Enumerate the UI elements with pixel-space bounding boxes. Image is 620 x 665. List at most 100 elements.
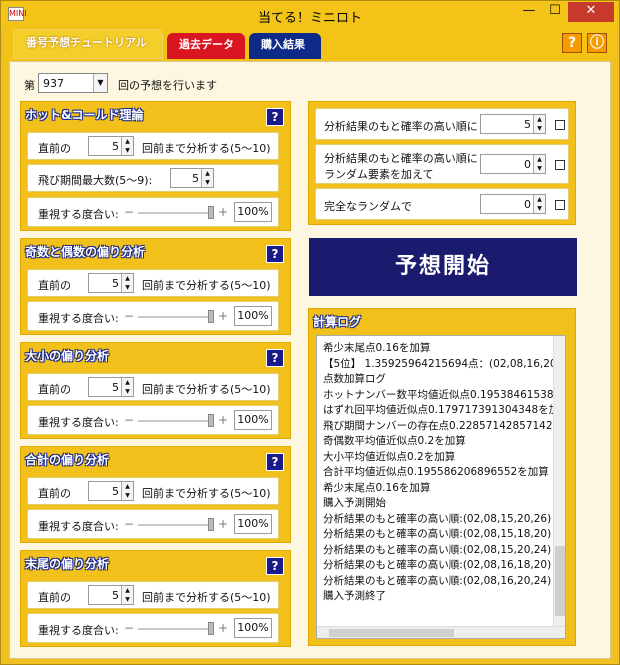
panel-title: 大小の偏り分析 [25, 349, 110, 363]
log-line: 分析結果のもと確率の高い順:(02,08,15,20,26) [323, 512, 552, 525]
scroll-thumb[interactable] [555, 546, 565, 616]
app-window: MINI 当てる！ミニロト — ☐ ✕ 番号予想チュートリアル 過去データ 購入… [0, 0, 620, 665]
panel-title: 計算ログ [313, 315, 362, 329]
prob-random-value: 0 [524, 158, 531, 171]
horizontal-scrollbar[interactable] [317, 626, 565, 638]
log-textarea[interactable]: 希少末尾点0.16を加算【5位】 1.35925964215694点：(02,0… [316, 335, 566, 639]
prob-random-stepper[interactable]: 0 ▲ ▼ [480, 154, 546, 174]
recent-count-stepper[interactable]: 5 ▲ ▼ [88, 481, 134, 501]
scroll-thumb[interactable] [329, 629, 454, 637]
tab-past-data[interactable]: 過去データ [167, 33, 245, 59]
slider-thumb[interactable] [208, 310, 214, 323]
stepper-arrows-icon[interactable]: ▲ ▼ [201, 169, 213, 187]
slider-thumb[interactable] [208, 414, 214, 427]
recent-suffix: 回前まで分析する(5〜10) [142, 591, 271, 604]
tab-tutorial[interactable]: 番号予想チュートリアル [13, 29, 163, 59]
vertical-scrollbar[interactable] [553, 336, 565, 626]
prob-order-stepper[interactable]: 5 ▲ ▼ [480, 114, 546, 134]
recent-count-value: 5 [112, 277, 119, 290]
log-line: 奇偶数平均値近似点0.2を加算 [323, 435, 466, 447]
close-icon[interactable]: ✕ [568, 2, 614, 22]
tab-purchase-results[interactable]: 購入結果 [249, 33, 321, 59]
log-line: 点数加算ログ [323, 373, 386, 385]
stepper-arrows-icon[interactable]: ▲ ▼ [533, 115, 545, 133]
log-line: 分析結果のもと確率の高い順:(02,08,16,20,24) [323, 574, 552, 587]
maximize-icon[interactable]: ☐ [542, 2, 568, 22]
stepper-arrows-icon[interactable]: ▲ ▼ [121, 378, 133, 396]
draw-prefix: 第 [24, 79, 35, 92]
title-bar: MINI 当てる！ミニロト — ☐ ✕ [1, 1, 619, 29]
log-line: 希少末尾点0.16を加算 [323, 481, 431, 494]
full-random-checkbox[interactable] [555, 200, 565, 210]
minimize-icon[interactable]: — [516, 2, 542, 22]
stepper-arrows-icon[interactable]: ▲ ▼ [121, 274, 133, 292]
stepper-arrows-icon[interactable]: ▲ ▼ [533, 195, 545, 213]
prob-order-checkbox[interactable] [555, 120, 565, 130]
slider-thumb[interactable] [208, 622, 214, 635]
panel-calc-log: 計算ログ 希少末尾点0.16を加算【5位】 1.35925964215694点：… [308, 308, 576, 646]
stepper-arrows-icon[interactable]: ▲ ▼ [121, 137, 133, 155]
weight-slider[interactable]: − + [124, 413, 228, 429]
prob-random-label-1: 分析結果のもと確率の高い順に [324, 152, 478, 165]
recent-row: 直前の 5 ▲ ▼ 回前まで分析する(5〜10) [27, 581, 279, 609]
prob-random-checkbox[interactable] [555, 160, 565, 170]
log-line: 【5位】 1.35925964215694点：(02,08,16,20, [323, 357, 560, 370]
tutorial-page: 第 937 ▼ 回の予想を行います ホット&コールド理論 ? 直前の 5 ▲ ▼ … [9, 61, 611, 659]
recent-count-stepper[interactable]: 5 ▲ ▼ [88, 136, 134, 156]
weight-label: 重視する度合い: [38, 520, 119, 533]
stepper-arrows-icon[interactable]: ▲ ▼ [121, 586, 133, 604]
recent-count-value: 5 [112, 140, 119, 153]
weight-value: 100% [234, 514, 272, 534]
help-icon[interactable]: ? [266, 349, 284, 367]
weight-slider[interactable]: − + [124, 205, 228, 221]
panel-title: ホット&コールド理論 [25, 108, 144, 122]
panel-title: 奇数と偶数の偏り分析 [25, 245, 146, 259]
panel-size: 大小の偏り分析 ? 直前の 5 ▲ ▼ 回前まで分析する(5〜10) 重視する度合… [20, 342, 291, 439]
recent-suffix: 回前まで分析する(5〜10) [142, 383, 271, 396]
recent-count-stepper[interactable]: 5 ▲ ▼ [88, 585, 134, 605]
panel-hot-cold: ホット&コールド理論 ? 直前の 5 ▲ ▼ 回前まで分析する(5〜10) 飛び期… [20, 101, 291, 231]
help-icon[interactable]: ? [266, 557, 284, 575]
full-random-stepper[interactable]: 0 ▲ ▼ [480, 194, 546, 214]
weight-slider[interactable]: − + [124, 309, 228, 325]
log-line: はずれ回平均値近似点0.179717391304348を加算 [323, 404, 566, 416]
info-button[interactable]: ⓘ [587, 33, 607, 53]
full-random-row: 完全なランダムで 0 ▲ ▼ [315, 188, 569, 220]
recent-prefix: 直前の [38, 142, 71, 155]
weight-label: 重視する度合い: [38, 312, 119, 325]
slider-thumb[interactable] [208, 206, 214, 219]
recent-row: 直前の 5 ▲ ▼ 回前まで分析する(5〜10) [27, 132, 279, 160]
draw-number-select[interactable]: 937 ▼ [38, 73, 108, 93]
weight-slider[interactable]: − + [124, 517, 228, 533]
help-icon[interactable]: ? [266, 453, 284, 471]
weight-label: 重視する度合い: [38, 208, 119, 221]
recent-count-value: 5 [112, 485, 119, 498]
help-button[interactable]: ? [562, 33, 582, 53]
recent-row: 直前の 5 ▲ ▼ 回前まで分析する(5〜10) [27, 373, 279, 401]
recent-count-value: 5 [112, 589, 119, 602]
weight-label: 重視する度合い: [38, 624, 119, 637]
help-icon[interactable]: ? [266, 108, 284, 126]
slider-thumb[interactable] [208, 518, 214, 531]
panel-odd-even: 奇数と偶数の偏り分析 ? 直前の 5 ▲ ▼ 回前まで分析する(5〜10) 重視す… [20, 238, 291, 335]
skip-label: 飛び期間最大数(5〜9): [38, 174, 153, 187]
log-line: 希少末尾点0.16を加算 [323, 342, 431, 354]
weight-value: 100% [234, 306, 272, 326]
weight-value: 100% [234, 410, 272, 430]
skip-max-stepper[interactable]: 5 ▲ ▼ [170, 168, 214, 188]
full-random-value: 0 [524, 198, 531, 211]
recent-row: 直前の 5 ▲ ▼ 回前まで分析する(5〜10) [27, 477, 279, 505]
recent-count-stepper[interactable]: 5 ▲ ▼ [88, 273, 134, 293]
panel-title: 合計の偏り分析 [25, 453, 110, 467]
stepper-arrows-icon[interactable]: ▲ ▼ [121, 482, 133, 500]
prob-order-row: 分析結果のもと確率の高い順に 5 ▲ ▼ [315, 108, 569, 140]
prob-random-row: 分析結果のもと確率の高い順に ランダム要素を加えて 0 ▲ ▼ [315, 144, 569, 184]
weight-row: 重視する度合い: − + 100% [27, 509, 279, 539]
stepper-arrows-icon[interactable]: ▲ ▼ [533, 155, 545, 173]
prob-order-value: 5 [524, 118, 531, 131]
recent-count-stepper[interactable]: 5 ▲ ▼ [88, 377, 134, 397]
start-prediction-button[interactable]: 予想開始 [309, 238, 577, 296]
help-icon[interactable]: ? [266, 245, 284, 263]
log-line: ホットナンバー数平均値近似点0.19538461538460 [323, 388, 566, 401]
weight-slider[interactable]: − + [124, 621, 228, 637]
